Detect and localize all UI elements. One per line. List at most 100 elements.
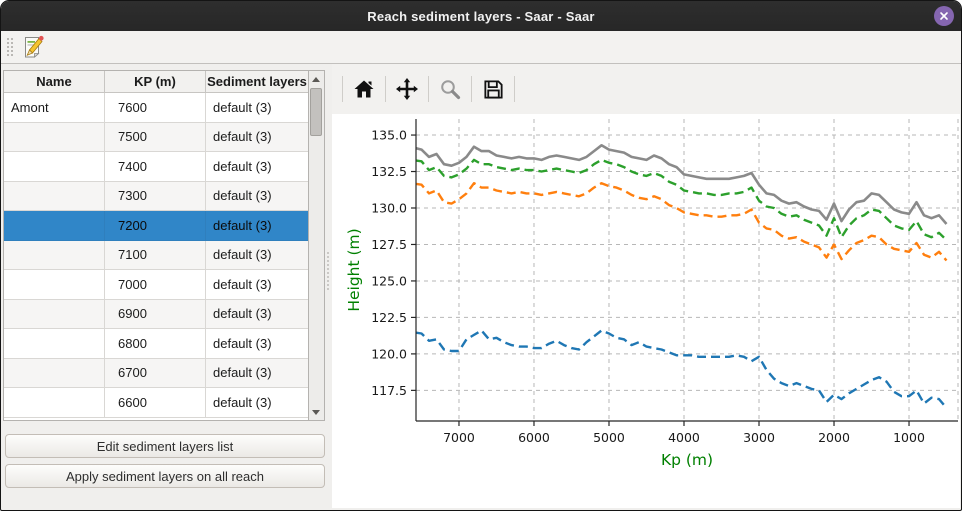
- zoom-button[interactable]: [435, 74, 465, 104]
- home-icon: [353, 78, 375, 100]
- apply-sediment-layers-button[interactable]: Apply sediment layers on all reach: [5, 464, 325, 488]
- cell-name[interactable]: [4, 359, 105, 389]
- svg-text:5000: 5000: [593, 430, 625, 445]
- cell-kp[interactable]: 7400: [105, 152, 206, 182]
- table-row[interactable]: 7000default (3): [4, 270, 308, 300]
- scroll-down-button[interactable]: [309, 405, 323, 419]
- toolbar-separator: [514, 76, 515, 102]
- svg-text:7000: 7000: [443, 430, 475, 445]
- table-row[interactable]: 7100default (3): [4, 241, 308, 271]
- window-title: Reach sediment layers - Saar - Saar: [367, 9, 594, 24]
- table-row[interactable]: 7400default (3): [4, 152, 308, 182]
- header-kp[interactable]: KP (m): [105, 71, 206, 92]
- pan-button[interactable]: [392, 74, 422, 104]
- svg-text:3000: 3000: [743, 430, 775, 445]
- svg-text:132.5: 132.5: [371, 164, 407, 179]
- cell-layers[interactable]: default (3): [206, 241, 308, 271]
- cell-layers[interactable]: default (3): [206, 123, 308, 153]
- panel-splitter[interactable]: [326, 251, 331, 291]
- scrollbar-thumb[interactable]: [310, 88, 322, 136]
- table-row[interactable]: Amont7600default (3): [4, 93, 308, 123]
- cell-layers[interactable]: default (3): [206, 211, 308, 241]
- svg-text:125.0: 125.0: [371, 273, 407, 288]
- cell-layers[interactable]: default (3): [206, 359, 308, 389]
- cell-name[interactable]: Amont: [4, 93, 105, 123]
- home-button[interactable]: [349, 74, 379, 104]
- header-name[interactable]: Name: [4, 71, 105, 92]
- y-axis-label: Height (m): [345, 228, 363, 311]
- table-header[interactable]: Name KP (m) Sediment layers: [4, 71, 308, 93]
- cell-name[interactable]: [4, 152, 105, 182]
- cell-layers[interactable]: default (3): [206, 270, 308, 300]
- svg-text:1000: 1000: [893, 430, 925, 445]
- cell-kp[interactable]: 7600: [105, 93, 206, 123]
- edit-sediment-layers-button[interactable]: Edit sediment layers list: [5, 434, 325, 458]
- cell-kp[interactable]: 7100: [105, 241, 206, 271]
- cell-kp[interactable]: 6600: [105, 388, 206, 418]
- cell-name[interactable]: [4, 211, 105, 241]
- edit-sediment-document-icon: [20, 34, 46, 60]
- mpl-toolbar: [332, 64, 960, 114]
- svg-text:2000: 2000: [818, 430, 850, 445]
- zoom-icon: [439, 78, 462, 101]
- scroll-up-button[interactable]: [309, 72, 323, 86]
- header-sediment-layers[interactable]: Sediment layers: [206, 71, 308, 92]
- toolbar-drag-handle[interactable]: [5, 36, 13, 58]
- table-row[interactable]: 7500default (3): [4, 123, 308, 153]
- table-row[interactable]: 7200default (3): [4, 211, 308, 241]
- svg-text:135.0: 135.0: [371, 128, 407, 143]
- cell-name[interactable]: [4, 123, 105, 153]
- cell-kp[interactable]: 6700: [105, 359, 206, 389]
- pan-icon: [395, 77, 419, 101]
- table-scrollbar[interactable]: [309, 70, 325, 421]
- cell-layers[interactable]: default (3): [206, 388, 308, 418]
- cell-layers[interactable]: default (3): [206, 152, 308, 182]
- table-body: Amont7600default (3)7500default (3)7400d…: [4, 93, 308, 418]
- svg-text:120.0: 120.0: [371, 346, 407, 361]
- cell-kp[interactable]: 7200: [105, 211, 206, 241]
- triangle-up-icon: [312, 77, 320, 82]
- sediment-table[interactable]: Name KP (m) Sediment layers Amont7600def…: [3, 70, 309, 421]
- svg-text:117.5: 117.5: [371, 383, 407, 398]
- toolbar-separator: [342, 76, 343, 102]
- svg-text:122.5: 122.5: [371, 310, 407, 325]
- cell-name[interactable]: [4, 270, 105, 300]
- cell-kp[interactable]: 7000: [105, 270, 206, 300]
- svg-text:4000: 4000: [668, 430, 700, 445]
- series-layer-3: [416, 183, 946, 260]
- x-axis-label: Kp (m): [661, 451, 713, 469]
- main-toolbar: [1, 31, 961, 64]
- cell-layers[interactable]: default (3): [206, 300, 308, 330]
- cell-layers[interactable]: default (3): [206, 93, 308, 123]
- close-button[interactable]: [934, 6, 954, 26]
- save-icon: [482, 78, 505, 101]
- svg-text:130.0: 130.0: [371, 200, 407, 215]
- table-row[interactable]: 6900default (3): [4, 300, 308, 330]
- cell-kp[interactable]: 6900: [105, 300, 206, 330]
- svg-text:6000: 6000: [518, 430, 550, 445]
- toolbar-separator: [471, 76, 472, 102]
- cell-layers[interactable]: default (3): [206, 182, 308, 212]
- edit-sediment-button[interactable]: [19, 33, 47, 61]
- cell-name[interactable]: [4, 300, 105, 330]
- table-row[interactable]: 6800default (3): [4, 329, 308, 359]
- cell-name[interactable]: [4, 388, 105, 418]
- cell-layers[interactable]: default (3): [206, 329, 308, 359]
- cell-name[interactable]: [4, 182, 105, 212]
- table-row[interactable]: 7300default (3): [4, 182, 308, 212]
- save-button[interactable]: [478, 74, 508, 104]
- cell-kp[interactable]: 7500: [105, 123, 206, 153]
- table-row[interactable]: 6700default (3): [4, 359, 308, 389]
- svg-text:127.5: 127.5: [371, 237, 407, 252]
- triangle-down-icon: [312, 410, 320, 415]
- chart-panel: 117.5 120.0 122.5 125.0 127.5 130.0 132.5 135.0…: [332, 64, 960, 508]
- table-row[interactable]: 6600default (3): [4, 388, 308, 418]
- toolbar-separator: [385, 76, 386, 102]
- sediment-profile-chart[interactable]: 117.5 120.0 122.5 125.0 127.5 130.0 132.5 135.0…: [332, 114, 962, 510]
- cell-kp[interactable]: 7300: [105, 182, 206, 212]
- cell-kp[interactable]: 6800: [105, 329, 206, 359]
- series-layer-bottom: [416, 331, 946, 408]
- cell-name[interactable]: [4, 329, 105, 359]
- cell-name[interactable]: [4, 241, 105, 271]
- titlebar[interactable]: Reach sediment layers - Saar - Saar: [1, 1, 961, 32]
